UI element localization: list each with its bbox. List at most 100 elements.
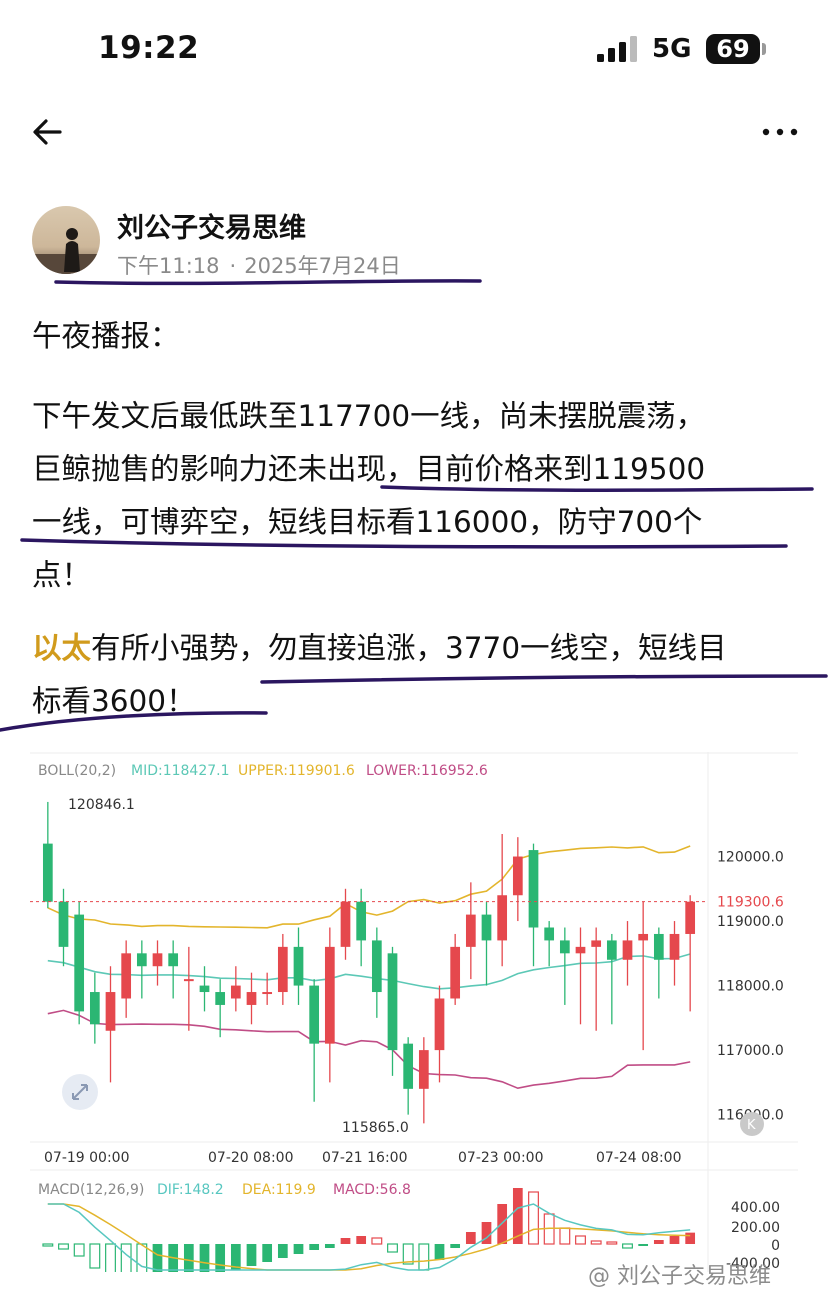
macd-bar [183, 1244, 194, 1272]
macd-bar [434, 1244, 445, 1260]
post-time: 下午11:18 [117, 254, 220, 278]
macd-bar [58, 1243, 69, 1250]
paragraph-line: 巨鲸抛售的影响力还未出现，目前价格来到119500 [32, 452, 706, 486]
candle [591, 940, 602, 947]
macd-bar [669, 1236, 680, 1244]
price-axis-label: 120000.0 [717, 850, 784, 866]
macd-bar [89, 1243, 101, 1269]
macd-bar [371, 1237, 383, 1245]
signal-icon [597, 36, 637, 62]
candle [230, 985, 241, 999]
post-date: 2025年7月24日 [244, 254, 401, 278]
macd-bar [685, 1232, 696, 1244]
macd-bar [356, 1236, 367, 1244]
x-axis-label: 07-19 00:00 [44, 1150, 129, 1166]
boll-title: BOLL(20,2) [38, 763, 116, 779]
macd-bar [622, 1243, 633, 1249]
post-paragraph-2: 以太有所小强势，勿直接追涨，3770一线空，短线目 标看3600！ [32, 622, 812, 728]
candle [105, 992, 116, 1031]
candle [168, 953, 179, 967]
candle [293, 946, 304, 986]
x-axis-label: 07-23 00:00 [458, 1150, 543, 1166]
macd-bar [606, 1241, 618, 1245]
candle [606, 940, 617, 960]
macd-bar [42, 1243, 54, 1247]
battery-tip [762, 43, 766, 55]
candle [215, 992, 226, 1005]
candle [544, 927, 555, 941]
macd-bar [199, 1244, 210, 1272]
paragraph-line: 点！ [32, 558, 92, 592]
macd-bar [590, 1240, 602, 1245]
paragraph-line: 标看3600！ [32, 684, 196, 718]
candle [434, 998, 445, 1051]
macd-axis-label: 0 [771, 1238, 780, 1254]
candle [121, 953, 132, 999]
watermark: @ 刘公子交易思维 [588, 1264, 771, 1289]
price-axis-label: 117000.0 [717, 1043, 784, 1059]
battery-icon: 69 [706, 34, 760, 64]
macd-bar [215, 1244, 226, 1272]
macd-bar [418, 1243, 430, 1271]
macd-bar [559, 1227, 571, 1245]
status-bar: 19:22 5G 69 [0, 0, 828, 100]
macd-bar [309, 1244, 320, 1250]
x-axis-label: 07-20 08:00 [208, 1150, 293, 1166]
more-button[interactable] [760, 122, 800, 142]
macd-bar [450, 1244, 461, 1248]
macd-bar [152, 1244, 163, 1272]
candle [183, 979, 194, 982]
candlestick-chart[interactable]: BOLL(20,2) MID:118427.1 UPPER:119901.6 L… [30, 752, 798, 1272]
x-axis-label: 07-21 16:00 [322, 1150, 407, 1166]
macd-bar [246, 1244, 257, 1266]
boll-mid: MID:118427.1 [131, 763, 230, 779]
candle [450, 946, 461, 999]
candle [669, 933, 680, 960]
candle [58, 901, 69, 947]
avatar[interactable] [32, 206, 100, 274]
macd-bar [277, 1244, 288, 1258]
candle [340, 901, 351, 947]
back-button[interactable] [30, 112, 70, 152]
paragraph-line: 一线，可博弈空，短线目标看116000，防守700个 [32, 505, 703, 539]
macd-bar [638, 1244, 649, 1246]
candle [246, 992, 257, 1005]
post-heading: 午夜播报： [32, 319, 180, 353]
macd-bar [465, 1232, 476, 1244]
candle [512, 856, 523, 896]
paragraph-line: 以太有所小强势，勿直接追涨，3770一线空，短线目 [32, 622, 812, 675]
candle [638, 933, 649, 941]
macd-title: MACD(12,26,9) [38, 1182, 144, 1198]
candle [418, 1050, 429, 1089]
macd-dea: DEA:119.9 [242, 1182, 316, 1198]
boll-upper: UPPER:119901.6 [238, 763, 355, 779]
candle [481, 914, 492, 941]
candle [575, 946, 586, 954]
macd-bar [340, 1238, 351, 1244]
candle [199, 985, 210, 993]
boll-lower: LOWER:116952.6 [366, 763, 488, 779]
macd-bar [293, 1244, 304, 1254]
paragraph-line: 下午发文后最低跌至117700一线，尚未摆脱震荡， [32, 399, 706, 433]
high-price-label: 120846.1 [68, 797, 135, 813]
macd-bar [73, 1243, 85, 1257]
candle [559, 940, 570, 954]
candle [403, 1043, 414, 1089]
candle [89, 992, 100, 1025]
candle [74, 914, 85, 1012]
candle [387, 953, 398, 1051]
candle [152, 953, 163, 967]
macd-bar [387, 1243, 398, 1253]
macd-bar [575, 1235, 586, 1245]
candle [324, 946, 335, 1044]
candle [42, 843, 53, 902]
macd-bar [105, 1243, 116, 1272]
candle [309, 985, 320, 1044]
macd-value: MACD:56.8 [333, 1182, 411, 1198]
post-paragraph-1: 下午发文后最低跌至117700一线，尚未摆脱震荡， 巨鲸抛售的影响力还未出现，目… [32, 390, 812, 602]
author-name[interactable]: 刘公子交易思维 [117, 206, 306, 245]
svg-text:K: K [747, 1118, 756, 1133]
current-price-label: 119300.6 [717, 895, 784, 911]
candle [465, 914, 476, 947]
eth-highlight[interactable]: 以太 [32, 631, 91, 665]
